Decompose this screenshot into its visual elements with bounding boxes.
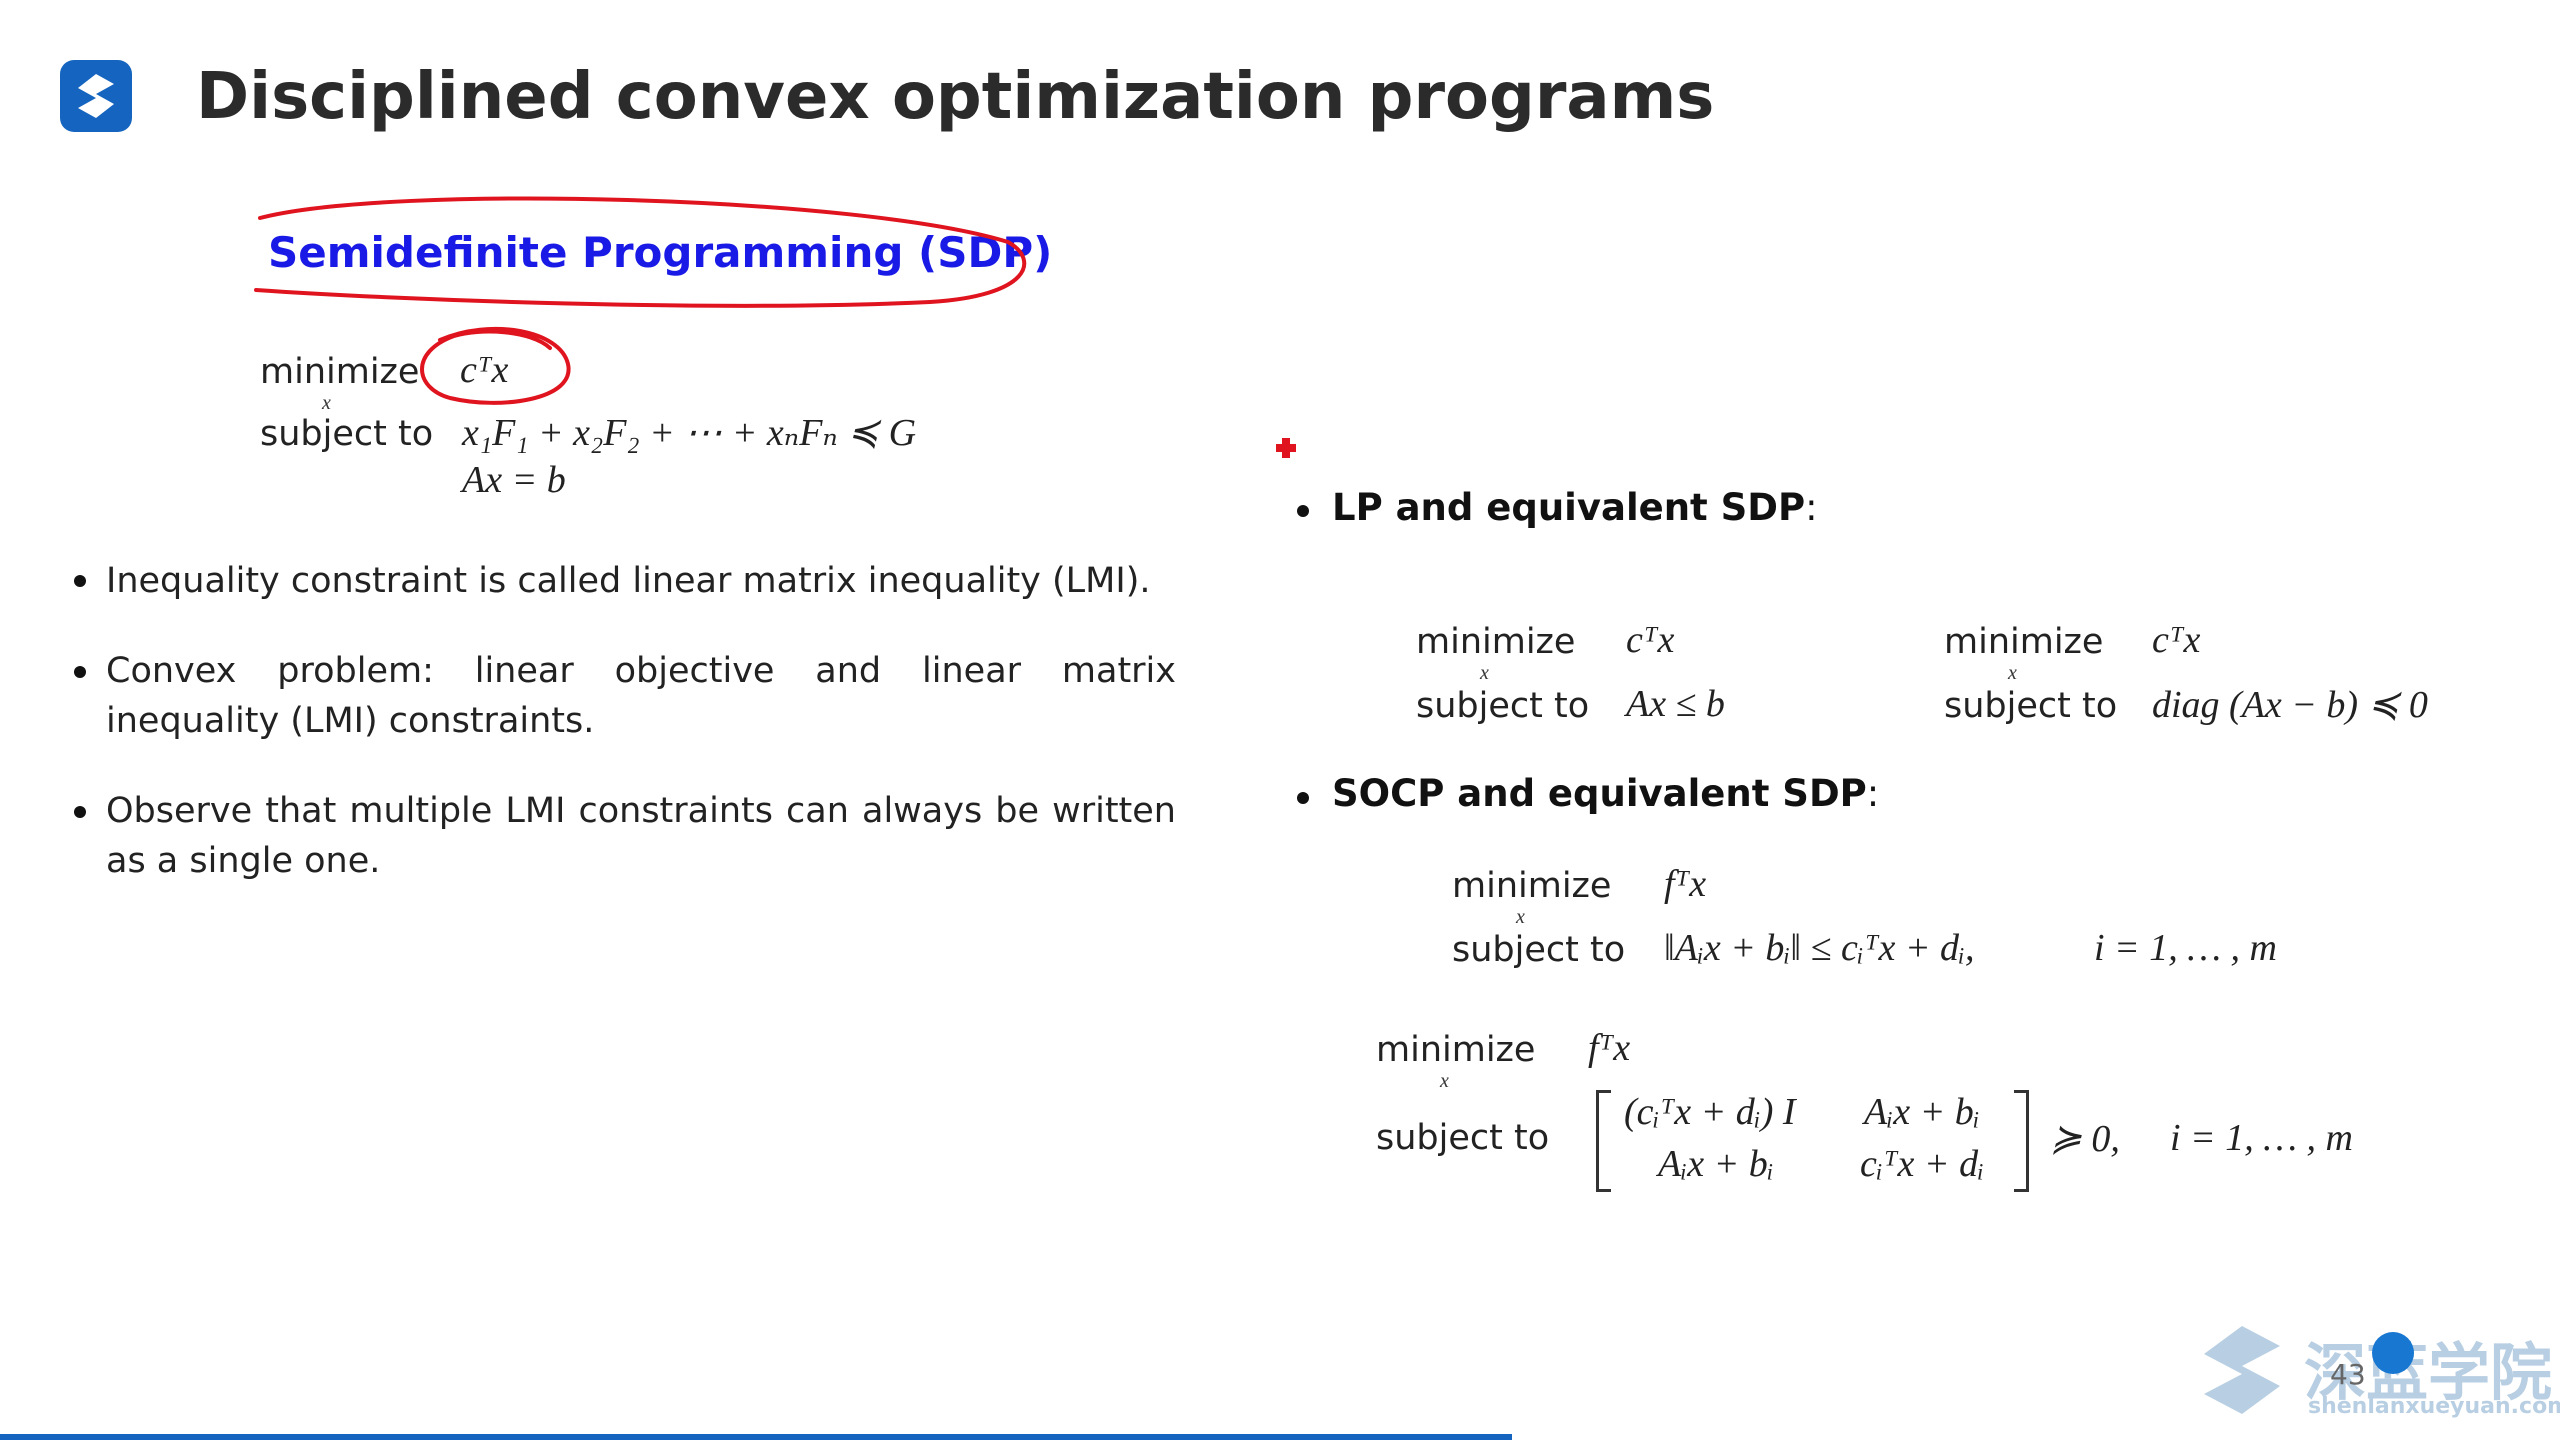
page-title: Disciplined convex optimization programs [196,60,1715,134]
sdp-subject-to-label: subject to [260,414,434,454]
socp-heading: SOCP and equivalent SDP: [1332,772,1880,815]
bullet-item: Observe that multiple LMI constraints ca… [106,791,1176,881]
sdp-minimize-label: minimize [260,352,420,392]
socp-subject-to-label: subject to [1452,930,1626,970]
lp-right-constraint: diag (Ax − b) ≼ 0 [2152,684,2428,726]
brand-logo-icon [2204,1326,2280,1414]
bullet-dot [74,806,86,818]
brand-url: shenlanxueyuan.com [2308,1394,2560,1419]
socp-sdp-subject-to-label: subject to [1376,1118,1550,1158]
lp-left-minimize-label: minimize [1416,622,1576,662]
lp-left-subject-to-label: subject to [1416,686,1590,726]
socp-index-range: i = 1, … , m [2094,927,2277,969]
bullet-item: Convex problem: linear objective and lin… [106,651,1176,741]
matrix-left-bracket [1596,1090,1611,1192]
socp-sdp-var: x [1440,1070,1449,1092]
lp-left-var: x [1480,662,1489,684]
matrix-m11: (cᵢᵀx + dᵢ) I [1624,1091,1796,1133]
sdp-constraint-lmi: x₁F₁ + x₂F₂ + ⋯ + xₙFₙ ≼ G [462,412,917,454]
socp-minimize-label: minimize [1452,866,1612,906]
matrix-m22: cᵢᵀx + dᵢ [1860,1143,1985,1185]
lp-right-minimize-label: minimize [1944,622,2104,662]
socp-var: x [1516,906,1525,928]
annotation-ellipse [254,196,1027,308]
sdp-var: x [322,392,331,414]
annotation-circle [420,326,571,405]
bullet-item: Inequality constraint is called linear m… [106,561,1151,601]
bullet-dot [1297,505,1309,517]
lp-right-subject-to-label: subject to [1944,686,2118,726]
bullet-dot [74,666,86,678]
lp-left-constraint: Ax ≤ b [1626,683,1725,725]
page-marker [2372,1332,2414,1374]
socp-sdp-index-range: i = 1, … , m [2170,1117,2353,1159]
socp-objective: fᵀx [1664,863,1707,905]
sdp-constraint-eq: Ax = b [462,459,566,501]
lp-right-var: x [2008,662,2017,684]
lp-heading: LP and equivalent SDP: [1332,486,1818,529]
socp-sdp-objective: fᵀx [1588,1027,1631,1069]
pointer-cross-icon [1276,438,1296,458]
matrix-m12: Aᵢx + bᵢ [1864,1091,1980,1133]
progress-bar [0,1434,1512,1440]
matrix-m21: Aᵢx + bᵢ [1658,1143,1774,1185]
lp-left-objective: cᵀx [1626,619,1675,661]
bullet-dot [1297,792,1309,804]
socp-constraint: ‖Aᵢx + bᵢ‖ ≤ cᵢᵀx + dᵢ, [1664,927,1975,969]
bullet-dot [74,575,86,587]
lp-right-objective: cᵀx [2152,619,2201,661]
app-logo-icon [60,60,132,132]
socp-sdp-relation: ≽ 0, [2050,1118,2120,1160]
socp-sdp-minimize-label: minimize [1376,1030,1536,1070]
page-number: 43 [2330,1358,2366,1391]
matrix-right-bracket [2014,1090,2029,1192]
